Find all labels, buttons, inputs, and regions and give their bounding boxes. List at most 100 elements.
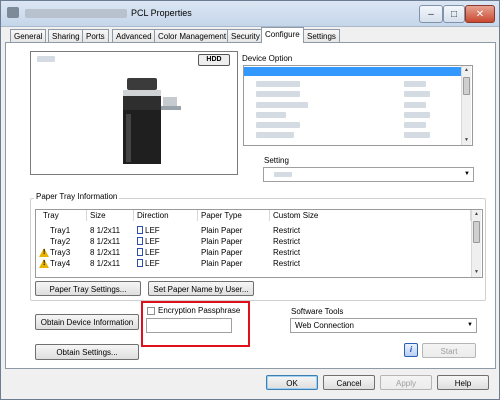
scroll-up-icon[interactable]: ▲ [462, 66, 471, 75]
scroll-thumb[interactable] [463, 77, 470, 95]
tray-custom-size: Restrict [273, 237, 301, 246]
tray-custom-size: Restrict [273, 226, 301, 235]
col-custom-size[interactable]: Custom Size [270, 210, 471, 221]
scroll-down-icon[interactable]: ▼ [462, 136, 471, 145]
model-name-redacted [37, 56, 55, 62]
title-redacted-text [25, 9, 127, 18]
printer-preview: HDD [30, 51, 238, 175]
tray-size: 8 1/2x11 [90, 259, 121, 268]
tray-direction: LEF [145, 226, 160, 235]
encryption-checkbox[interactable] [147, 307, 155, 315]
warning-icon [39, 248, 49, 257]
minimize-button[interactable]: – [419, 5, 443, 23]
tray-name: Tray1 [50, 226, 71, 235]
tray-direction: LEF [145, 248, 160, 257]
maximize-button[interactable]: □ [443, 5, 465, 23]
hdd-icon: HDD [198, 54, 230, 66]
tab-security[interactable]: Security [227, 29, 264, 43]
tray-direction: LEF [145, 259, 160, 268]
tray-custom-size: Restrict [273, 259, 301, 268]
col-direction[interactable]: Direction [134, 210, 198, 221]
properties-dialog: PCL Properties – □ ✕ General Sharing Por… [0, 0, 500, 400]
chevron-down-icon: ▼ [464, 171, 470, 177]
lef-icon [137, 237, 143, 245]
tray-custom-size: Restrict [273, 248, 301, 257]
tab-color-management[interactable]: Color Management [154, 29, 231, 43]
setting-select[interactable]: ▼ [263, 167, 474, 182]
direction-cell: LEF [137, 225, 160, 236]
col-size[interactable]: Size [87, 210, 134, 221]
encryption-passphrase-label: Encryption Passphrase [158, 306, 241, 315]
chevron-down-icon: ▼ [467, 322, 473, 328]
tray-size: 8 1/2x11 [90, 248, 121, 257]
printer-icon [7, 7, 19, 18]
tab-sharing[interactable]: Sharing [48, 29, 84, 43]
scroll-thumb[interactable] [473, 221, 480, 243]
option-value [404, 112, 430, 118]
encryption-passphrase-input[interactable] [146, 318, 232, 333]
software-tools-select[interactable]: Web Connection ▼ [290, 318, 477, 333]
tab-settings[interactable]: Settings [303, 29, 340, 43]
option-value [404, 102, 426, 108]
tray-name: Tray2 [50, 237, 71, 246]
option-value [404, 132, 430, 138]
option-row [256, 81, 300, 87]
configure-panel: HDD Device Option ▲ ▼ Setting ▼ Paper Tr… [5, 42, 496, 369]
option-value [404, 81, 426, 87]
device-option-label: Device Option [242, 54, 293, 63]
info-icon[interactable]: i [404, 343, 418, 357]
paper-tray-label: Paper Tray Information [34, 192, 120, 201]
tab-ports[interactable]: Ports [82, 29, 109, 43]
setting-value-redacted [274, 172, 292, 177]
tray-paper-type: Plain Paper [201, 248, 243, 257]
lef-icon [137, 248, 143, 256]
scroll-up-icon[interactable]: ▲ [472, 210, 481, 219]
direction-cell: LEF [137, 236, 160, 247]
tray-paper-type: Plain Paper [201, 226, 243, 235]
info-glyph: i [409, 345, 413, 354]
close-button[interactable]: ✕ [465, 5, 495, 23]
warning-icon [39, 259, 49, 268]
col-paper-type[interactable]: Paper Type [198, 210, 270, 221]
title-bar: PCL Properties – □ ✕ [1, 1, 499, 27]
option-value [404, 122, 426, 128]
ok-button[interactable]: OK [266, 375, 318, 390]
tab-general[interactable]: General [10, 29, 47, 43]
paper-tray-table: Tray Size Direction Paper Type Custom Si… [35, 209, 483, 278]
option-value [404, 91, 430, 97]
cancel-button[interactable]: Cancel [323, 375, 375, 390]
tab-advanced[interactable]: Advanced [112, 29, 156, 43]
direction-cell: LEF [137, 258, 160, 269]
option-row [256, 102, 308, 108]
tray-size: 8 1/2x11 [90, 226, 121, 235]
lef-icon [137, 226, 143, 234]
apply-button[interactable]: Apply [380, 375, 432, 390]
setting-label: Setting [264, 156, 289, 165]
obtain-device-information-button[interactable]: Obtain Device Information [35, 314, 139, 330]
direction-cell: LEF [137, 247, 160, 258]
tray-table-scrollbar[interactable]: ▲ ▼ [471, 210, 481, 277]
tray-name: Tray4 [50, 259, 71, 268]
tray-name: Tray3 [50, 248, 71, 257]
device-option-list[interactable]: ▲ ▼ [243, 65, 473, 146]
scroll-down-icon[interactable]: ▼ [472, 268, 481, 277]
tray-paper-type: Plain Paper [201, 237, 243, 246]
option-row [256, 122, 300, 128]
col-tray[interactable]: Tray [36, 210, 87, 221]
device-option-scrollbar[interactable]: ▲ ▼ [461, 66, 471, 145]
lef-icon [137, 259, 143, 267]
hdd-label: HDD [206, 56, 222, 63]
help-button[interactable]: Help [437, 375, 489, 390]
obtain-settings-button[interactable]: Obtain Settings... [35, 344, 139, 360]
software-tools-value: Web Connection [295, 321, 354, 330]
tray-direction: LEF [145, 237, 160, 246]
device-option-selected-row[interactable] [244, 67, 461, 76]
set-paper-name-button[interactable]: Set Paper Name by User... [148, 281, 254, 296]
option-row [256, 91, 300, 97]
tab-configure[interactable]: Configure [261, 27, 304, 43]
option-row [256, 132, 294, 138]
printer-image [123, 72, 183, 164]
software-tools-label: Software Tools [291, 307, 344, 316]
start-button[interactable]: Start [422, 343, 476, 358]
paper-tray-settings-button[interactable]: Paper Tray Settings... [35, 281, 141, 296]
